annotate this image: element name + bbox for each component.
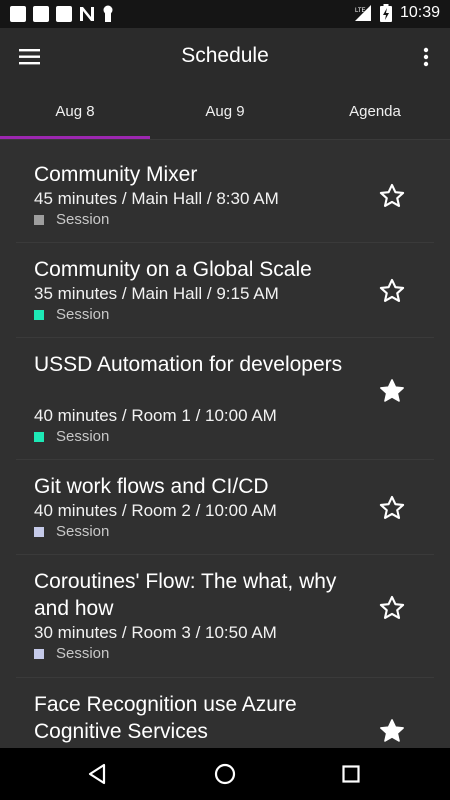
favorite-button[interactable] [378,377,406,405]
system-nav-bar [0,748,450,800]
favorite-button[interactable] [378,717,406,745]
clock: 10:39 [399,4,440,21]
session-type-label: Session [56,428,110,445]
tab-agenda[interactable]: Agenda [300,86,450,140]
type-color-swatch [34,526,44,537]
keyhole-icon [103,5,113,22]
star-filled-icon [380,379,404,402]
type-color-swatch [34,309,44,320]
list-item[interactable]: Community on a Global Scale 35 minutes /… [16,243,434,338]
back-icon [88,763,106,785]
list-item[interactable]: Face Recognition use Azure Cognitive Ser… [16,678,434,748]
home-icon [214,763,236,785]
list-item[interactable]: Coroutines' Flow: The what, why and how … [16,555,434,678]
session-title: Community on a Global Scale [34,258,312,281]
page-title: Schedule [181,44,269,67]
more-vert-icon [423,47,429,67]
type-color-swatch [34,214,44,225]
favorite-button[interactable] [378,494,406,522]
session-meta: 45 minutes / Main Hall / 8:30 AM [34,189,279,208]
session-type: Session [34,428,109,445]
session-title: Coroutines' Flow: The what, why and how [34,570,337,620]
list-item[interactable]: Git work flows and CI/CD 40 minutes / Ro… [16,460,434,555]
list-item[interactable]: USSD Automation for developers 40 minute… [16,338,434,460]
session-title: USSD Automation for developers [34,353,343,376]
recents-button[interactable] [335,758,367,790]
day-tabs: Aug 8 Aug 9 Agenda [0,86,450,140]
selected-tab-indicator [0,136,150,139]
session-type-label: Session [56,645,110,662]
session-list[interactable]: Community Mixer 45 minutes / Main Hall /… [0,140,450,748]
recents-icon [342,765,360,783]
session-type: Session [34,306,109,323]
session-type: Session [34,523,109,540]
favorite-button[interactable] [378,277,406,305]
signal-icon: LTE [354,5,371,21]
session-type: Session [34,211,109,228]
session-meta: 30 minutes / Room 3 / 10:50 AM [34,623,277,642]
notification-icon [10,6,26,22]
home-button[interactable] [209,758,241,790]
back-button[interactable] [82,758,114,790]
session-title: Git work flows and CI/CD [34,475,269,498]
star-outline-icon [379,183,405,207]
type-color-swatch [34,431,44,442]
app-bar: Schedule [0,28,450,86]
favorite-button[interactable] [378,182,406,210]
session-type-label: Session [56,211,110,228]
session-meta: 35 minutes / Main Hall / 9:15 AM [34,284,279,303]
notification-icons [10,5,114,23]
favorite-button[interactable] [378,594,406,622]
svg-text:LTE: LTE [355,8,366,14]
session-title: Community Mixer [34,163,198,186]
notification-icon [33,6,49,22]
notification-icon [56,6,72,22]
tab-aug-9[interactable]: Aug 9 [150,86,300,140]
session-meta: 40 minutes / Room 2 / 10:00 AM [34,501,277,520]
status-bar: LTE 10:39 [0,0,450,28]
type-color-swatch [34,648,44,659]
list-item[interactable]: Community Mixer 45 minutes / Main Hall /… [16,140,434,243]
session-type-label: Session [56,306,110,323]
session-type: Session [34,645,109,662]
session-title: Face Recognition use Azure Cognitive Ser… [34,693,297,743]
more-options-button[interactable] [412,42,440,72]
session-type-label: Session [56,523,110,540]
star-filled-icon [380,719,404,742]
session-meta: 40 minutes / Room 1 / 10:00 AM [34,406,277,425]
star-outline-icon [379,495,405,519]
n-icon [80,7,94,21]
star-outline-icon [379,278,405,302]
star-outline-icon [379,595,405,619]
tab-aug-8[interactable]: Aug 8 [0,86,150,140]
battery-charging-icon [379,4,392,22]
